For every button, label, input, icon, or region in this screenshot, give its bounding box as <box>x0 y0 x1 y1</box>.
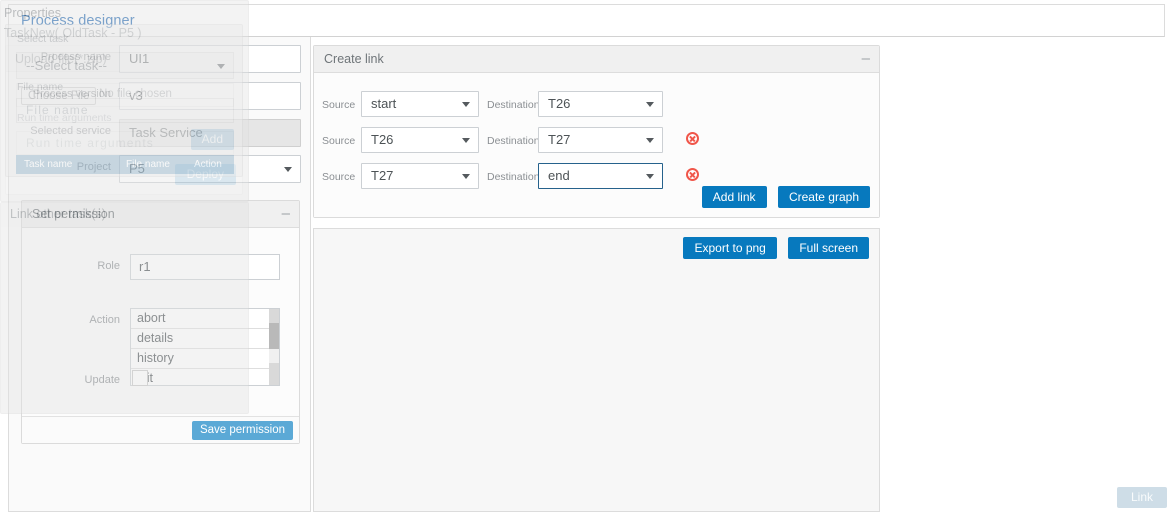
create-link-panel: Create link – Source start Destination T26 S… <box>313 45 880 218</box>
chevron-down-icon <box>284 167 292 172</box>
properties-title: Properties <box>4 6 61 20</box>
source-value: T26 <box>371 132 394 147</box>
source-select[interactable]: T26 <box>361 127 479 153</box>
set-permission-footer: Save permission <box>22 416 299 443</box>
column-file-name: File name <box>126 159 170 170</box>
source-value: start <box>371 96 397 111</box>
destination-label: Destination <box>487 135 540 147</box>
destination-value: T26 <box>548 96 571 111</box>
destination-select[interactable]: end <box>538 163 663 189</box>
source-label: Source <box>322 171 356 183</box>
source-label: Source <box>322 135 356 147</box>
graph-toolbar: Export to png Full screen <box>676 237 869 259</box>
listbox-scrollbar-track[interactable] <box>269 309 279 385</box>
collapse-icon[interactable]: – <box>282 202 290 226</box>
full-screen-button[interactable]: Full screen <box>788 237 869 259</box>
save-permission-button[interactable]: Save permission <box>191 421 293 440</box>
link-other-tasks-title: Link other task(s) <box>10 207 106 221</box>
collapse-icon[interactable]: – <box>862 47 870 71</box>
source-select[interactable]: T27 <box>361 163 479 189</box>
link-other-tasks-header: Link other task(s) <box>1 203 248 227</box>
destination-value: end <box>548 168 570 183</box>
destination-value: T27 <box>548 132 571 147</box>
source-select[interactable]: start <box>361 91 479 117</box>
create-link-body: Source start Destination T26 Source T26 Destin… <box>314 73 879 217</box>
create-link-header: Create link – <box>314 46 879 73</box>
listbox-track-top <box>269 309 279 323</box>
linked-tasks-table-header: Task name File name Action <box>16 155 234 174</box>
link-other-tasks-body: Select task --Select task-- File name Fi… <box>5 24 243 177</box>
select-task-dropdown[interactable]: --Select task-- <box>16 52 234 79</box>
column-action: Action <box>194 159 222 170</box>
link-row: Source T26 Destination T27 <box>314 127 879 153</box>
link-row: Source start Destination T26 <box>314 91 879 117</box>
create-link-actions: Add link Create graph <box>695 186 870 208</box>
destination-select[interactable]: T27 <box>538 127 663 153</box>
destination-label: Destination <box>487 99 540 111</box>
chevron-down-icon <box>646 138 654 143</box>
file-name-input[interactable]: File name <box>16 98 234 123</box>
chevron-down-icon <box>646 174 654 179</box>
add-button[interactable]: Add <box>190 129 234 150</box>
listbox-track-bottom <box>269 363 279 385</box>
destination-label: Destination <box>487 171 540 183</box>
file-name-label: File name <box>17 81 64 93</box>
process-designer-page: Process designer Process nameUI1Process … <box>0 0 1174 516</box>
chevron-down-icon <box>646 102 654 107</box>
chevron-down-icon <box>217 63 225 69</box>
export-to-png-button[interactable]: Export to png <box>683 237 777 259</box>
destination-select[interactable]: T26 <box>538 91 663 117</box>
create-link-title: Create link <box>324 52 384 66</box>
source-label: Source <box>322 99 356 111</box>
listbox-scrollbar-thumb[interactable] <box>269 323 279 349</box>
link-other-tasks-panel: Link other task(s) Select task --Select … <box>0 24 1167 508</box>
select-task-value: --Select task-- <box>26 58 107 73</box>
create-graph-button[interactable]: Create graph <box>777 186 870 208</box>
select-task-label: Select task <box>17 33 69 45</box>
source-value: T27 <box>371 168 394 183</box>
remove-link-icon[interactable] <box>686 168 699 181</box>
column-task-name: Task name <box>24 159 73 170</box>
chevron-down-icon <box>462 138 470 143</box>
chevron-down-icon <box>462 174 470 179</box>
remove-link-icon[interactable] <box>686 132 699 145</box>
add-link-button[interactable]: Add link <box>701 186 767 208</box>
graph-canvas[interactable]: Export to png Full screen <box>313 228 880 512</box>
chevron-down-icon <box>462 102 470 107</box>
link-button[interactable]: Link <box>1116 487 1167 508</box>
